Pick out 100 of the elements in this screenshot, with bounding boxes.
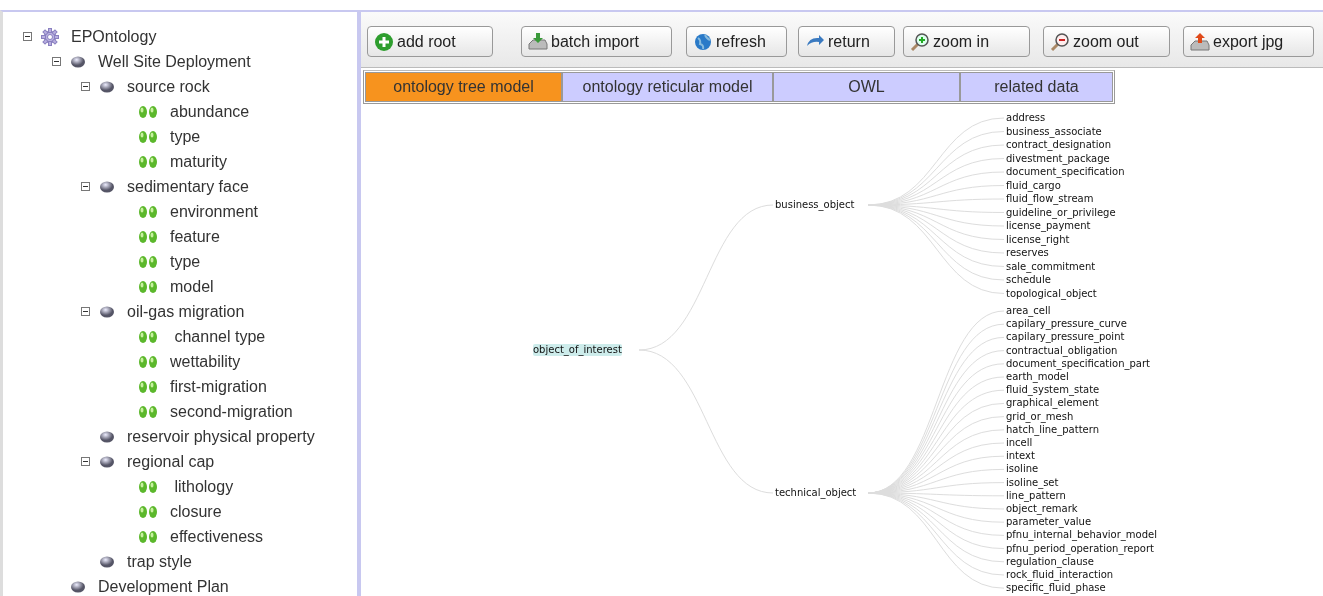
dots-icon xyxy=(138,354,158,369)
tree-item[interactable]: abundance xyxy=(170,102,250,121)
collapse-toggle[interactable] xyxy=(23,32,32,41)
graph-node[interactable]: sale_commitment xyxy=(1006,260,1096,273)
sphere-icon xyxy=(99,430,115,443)
graph-node[interactable]: intext xyxy=(1006,450,1035,463)
graph-node[interactable]: object_remark xyxy=(1006,503,1078,515)
graph-node[interactable]: technical_object xyxy=(775,487,857,499)
dots-icon xyxy=(138,204,158,219)
graph-node[interactable]: parameter_value xyxy=(1006,516,1092,529)
sphere-icon xyxy=(70,55,86,68)
graph-node[interactable]: guideline_or_privilege xyxy=(1006,206,1116,219)
sphere-icon xyxy=(99,80,115,93)
graph-node[interactable]: fluid_cargo xyxy=(1006,179,1061,192)
graph-node[interactable]: isoline xyxy=(1006,463,1039,476)
graph-node[interactable]: rock_fluid_interaction xyxy=(1006,569,1114,581)
sphere-icon xyxy=(70,580,86,593)
graph-node[interactable]: business_object xyxy=(775,199,855,211)
tree-item[interactable]: environment xyxy=(170,202,259,221)
graph-node[interactable]: document_specification xyxy=(1006,166,1125,178)
tree-item[interactable]: reservoir physical property xyxy=(127,427,315,446)
graph-node[interactable]: line_pattern xyxy=(1006,489,1066,502)
toolbar-button[interactable]: export jpg xyxy=(1183,26,1314,57)
dots-icon xyxy=(138,379,158,394)
tree-item[interactable]: EPOntology xyxy=(71,27,157,46)
tab[interactable]: ontology reticular model xyxy=(562,72,773,102)
toolbar-button[interactable]: batch import xyxy=(521,26,672,57)
graph-node[interactable]: pfnu_period_operation_report xyxy=(1006,542,1154,555)
tree-item[interactable]: feature xyxy=(170,227,220,246)
graph-node[interactable]: address xyxy=(1006,112,1046,124)
graph-node[interactable]: fluid_system_state xyxy=(1006,384,1100,397)
dots-icon xyxy=(138,404,158,419)
graph-node[interactable]: license_payment xyxy=(1006,220,1091,232)
graph-node[interactable]: document_specification_part xyxy=(1006,357,1151,370)
dots-icon xyxy=(138,329,158,344)
graph-node[interactable]: object_of_interest xyxy=(533,344,622,356)
graph-node[interactable]: area_cell xyxy=(1006,305,1051,317)
tree-item[interactable]: Development Plan xyxy=(98,577,229,596)
graph-node[interactable]: earth_model xyxy=(1006,371,1069,383)
graph-node[interactable]: hatch_line_pattern xyxy=(1006,423,1099,436)
sphere-icon xyxy=(99,305,115,318)
toolbar-button[interactable]: add root xyxy=(367,26,493,57)
tree-item[interactable]: type xyxy=(170,127,201,146)
tree-item[interactable]: Well Site Deployment xyxy=(98,52,251,71)
tree-item[interactable]: regional cap xyxy=(127,452,215,471)
tree-item[interactable]: model xyxy=(170,277,214,296)
collapse-toggle[interactable] xyxy=(81,307,90,316)
graph-node[interactable]: topological_object xyxy=(1006,287,1097,300)
dots-icon xyxy=(138,479,158,494)
graph-node[interactable]: capilary_pressure_point xyxy=(1006,331,1125,344)
toolbar-button[interactable]: zoom out xyxy=(1043,26,1170,57)
toolbar-button[interactable]: return xyxy=(798,26,895,57)
graph-node[interactable]: regulation_clause xyxy=(1006,555,1094,568)
graph-node[interactable]: fluid_flow_stream xyxy=(1006,193,1094,205)
graph-node[interactable]: graphical_element xyxy=(1006,397,1099,410)
sphere-icon xyxy=(99,180,115,193)
graph-node[interactable]: reserves xyxy=(1006,247,1049,259)
dots-icon xyxy=(138,279,158,294)
tab[interactable]: related data xyxy=(960,72,1113,102)
tree-item[interactable]: lithology xyxy=(170,477,234,496)
graph-node[interactable]: contract_designation xyxy=(1006,139,1111,151)
graph-node[interactable]: schedule xyxy=(1006,274,1051,286)
tree-item[interactable]: type xyxy=(170,252,201,271)
tray-icon xyxy=(527,30,549,53)
toolbar-button[interactable]: zoom in xyxy=(903,26,1030,57)
tab[interactable]: ontology tree model xyxy=(365,72,562,102)
dots-icon xyxy=(138,104,158,119)
dots-icon xyxy=(138,504,158,519)
graph-node[interactable]: divestment_package xyxy=(1006,152,1110,165)
dots-icon xyxy=(138,254,158,269)
graph-node[interactable]: grid_or_mesh xyxy=(1006,410,1074,423)
tree-item[interactable]: effectiveness xyxy=(170,527,264,546)
collapse-toggle[interactable] xyxy=(81,82,90,91)
tree-item[interactable]: first-migration xyxy=(170,377,267,396)
graph-node[interactable]: specific_fluid_phase xyxy=(1006,582,1106,595)
tab[interactable]: OWL xyxy=(773,72,960,102)
graph-node[interactable]: contractual_obligation xyxy=(1006,344,1118,357)
dots-icon xyxy=(138,129,158,144)
export-icon xyxy=(1189,30,1211,53)
graph-node[interactable]: capilary_pressure_curve xyxy=(1006,318,1127,331)
toolbar-button[interactable]: refresh xyxy=(686,26,787,57)
tree-item[interactable]: channel type xyxy=(170,327,266,346)
tree-item[interactable]: oil-gas migration xyxy=(127,302,245,321)
graph-node[interactable]: license_right xyxy=(1006,233,1070,246)
graph-node[interactable]: pfnu_internal_behavior_model xyxy=(1006,529,1157,542)
tree-item[interactable]: closure xyxy=(170,502,222,521)
collapse-toggle[interactable] xyxy=(81,182,90,191)
gear-icon xyxy=(41,27,59,46)
collapse-toggle[interactable] xyxy=(81,457,90,466)
tree-item[interactable]: sedimentary face xyxy=(127,177,249,196)
tree-item[interactable]: trap style xyxy=(127,552,192,571)
tree-item[interactable]: maturity xyxy=(170,152,227,171)
tree-item[interactable]: second-migration xyxy=(170,402,293,421)
graph-node[interactable]: business_associate xyxy=(1006,125,1102,138)
collapse-toggle[interactable] xyxy=(52,57,61,66)
tree-item[interactable]: source rock xyxy=(127,77,210,96)
dots-icon xyxy=(138,229,158,244)
tree-item[interactable]: wettability xyxy=(170,352,241,371)
graph-node[interactable]: isoline_set xyxy=(1006,476,1059,489)
graph-node[interactable]: incell xyxy=(1006,437,1033,449)
